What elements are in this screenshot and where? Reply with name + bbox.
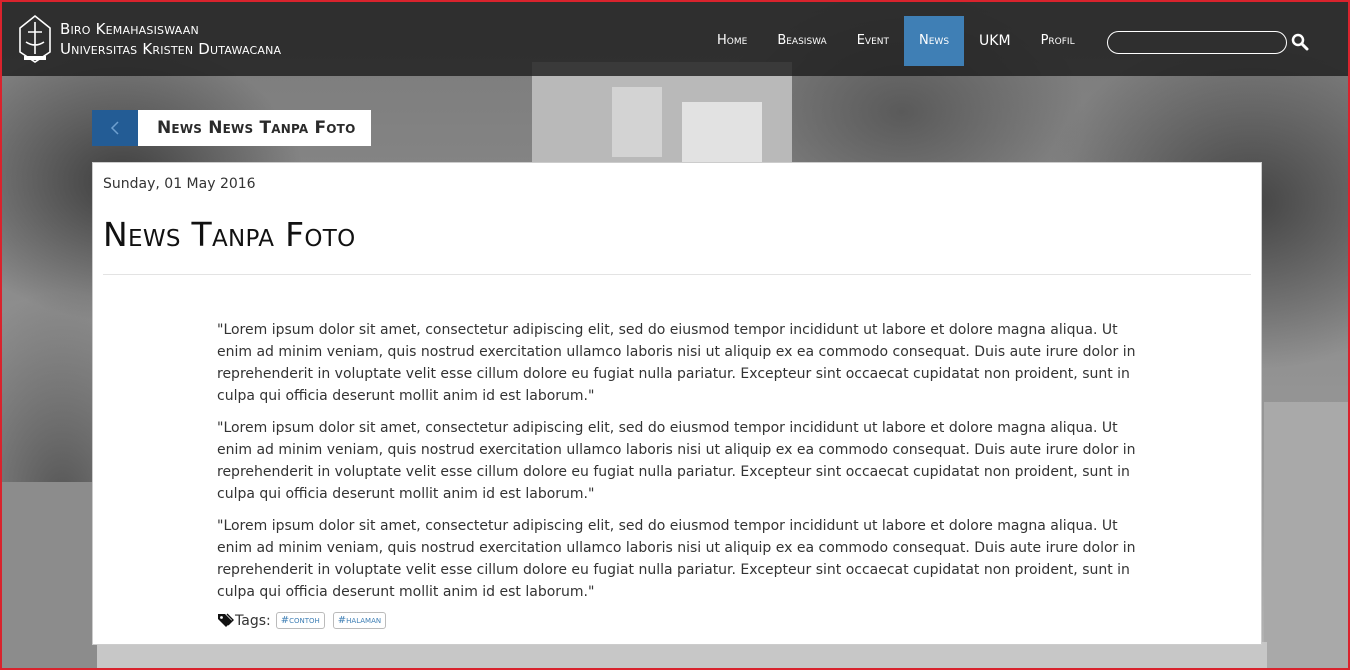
nav-item-profil[interactable]: Profil	[1026, 16, 1090, 66]
search-icon[interactable]	[1291, 33, 1309, 51]
nav-item-beasiswa[interactable]: Beasiswa	[762, 16, 841, 66]
brand[interactable]: Biro Kemahasiswaan Universitas Kristen D…	[16, 14, 281, 64]
article-paragraph: "Lorem ipsum dolor sit amet, consectetur…	[217, 322, 1136, 404]
article-card: Sunday, 01 May 2016 News Tanpa Foto "Lor…	[92, 162, 1262, 645]
back-button[interactable]	[92, 110, 138, 146]
chevron-left-icon	[110, 121, 119, 135]
tag-link[interactable]: #halaman	[332, 612, 387, 629]
main-nav: Home Beasiswa Event News UKM Profil	[702, 16, 1090, 66]
nav-item-home[interactable]: Home	[702, 16, 762, 66]
tags-label: Tags:	[235, 612, 271, 629]
breadcrumb: News News Tanpa Foto	[138, 110, 372, 146]
brand-line-2: Universitas Kristen Dutawacana	[60, 40, 282, 58]
university-seal-icon	[19, 14, 51, 63]
title-divider	[103, 274, 1251, 275]
navbar: Biro Kemahasiswaan Universitas Kristen D…	[2, 2, 1348, 76]
article-date: Sunday, 01 May 2016	[103, 176, 256, 192]
nav-item-event[interactable]: Event	[842, 16, 904, 66]
article-paragraph: "Lorem ipsum dolor sit amet, consectetur…	[217, 518, 1136, 600]
tag-link[interactable]: #contoh	[275, 612, 325, 629]
brand-line-1: Biro Kemahasiswaan	[60, 20, 199, 38]
nav-item-ukm[interactable]: UKM	[964, 16, 1026, 66]
nav-item-news[interactable]: News	[904, 16, 965, 66]
article-title: News Tanpa Foto	[103, 215, 356, 254]
search-input[interactable]	[1107, 31, 1287, 54]
breadcrumb-label: News News Tanpa Foto	[157, 118, 356, 138]
article-paragraph: "Lorem ipsum dolor sit amet, consectetur…	[217, 420, 1136, 502]
tags-row: Tags: #contoh #halaman	[217, 612, 394, 629]
tags-icon	[218, 613, 234, 627]
article-body: "Lorem ipsum dolor sit amet, consectetur…	[217, 319, 1137, 613]
